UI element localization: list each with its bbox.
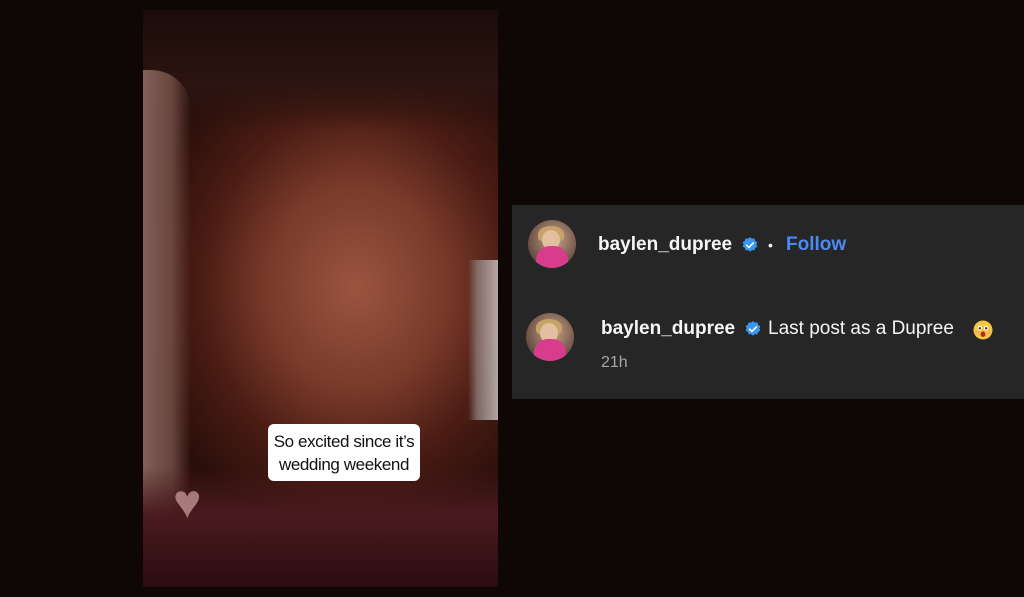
verified-badge-icon	[742, 237, 758, 252]
story-caption-sticker: So excited since it’s wedding weekend	[268, 424, 420, 481]
comment-text: Last post as a Dupree	[768, 318, 954, 339]
story-caption-line-1: So excited since it’s	[273, 431, 415, 451]
header-separator: •	[768, 237, 773, 253]
story-photo-plush	[143, 70, 191, 530]
astonished-face-emoji-icon	[973, 320, 993, 340]
story-caption-line-2: wedding weekend	[278, 454, 410, 474]
comment-username[interactable]: baylen_dupree	[601, 318, 735, 340]
header-username[interactable]: baylen_dupree	[598, 234, 732, 256]
follow-button[interactable]: Follow	[786, 234, 846, 256]
story-photo-hair	[143, 10, 498, 130]
avatar[interactable]	[528, 220, 576, 268]
post-panel: baylen_dupree • Follow baylen_dupree Las…	[512, 205, 1024, 399]
verified-badge-icon	[745, 321, 761, 336]
comment-timestamp: 21h	[601, 354, 628, 371]
comment-avatar[interactable]	[526, 313, 574, 361]
story-photo: ♥ So excited since it’s wedding weekend	[143, 10, 498, 587]
page: ♥ So excited since it’s wedding weekend …	[0, 0, 1024, 597]
story-photo-pillow	[468, 260, 498, 420]
heart-print-icon: ♥	[173, 476, 202, 529]
